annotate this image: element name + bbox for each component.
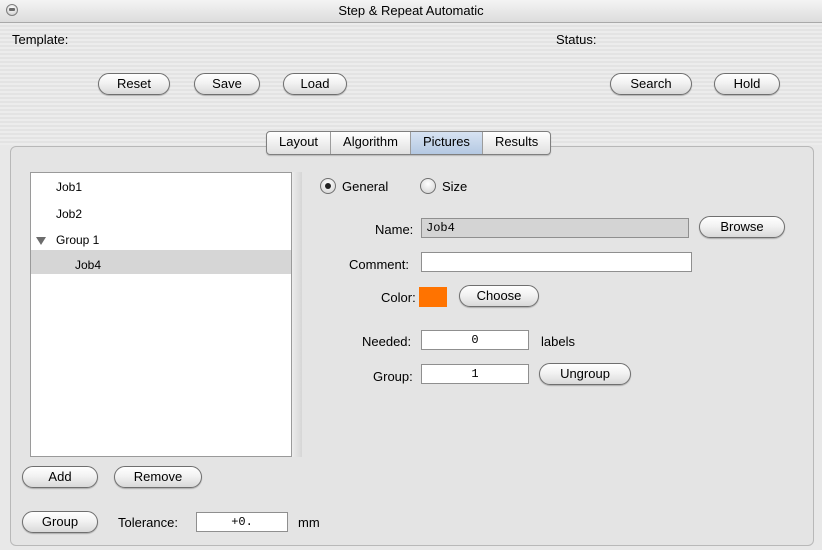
status-label: Status: bbox=[556, 32, 597, 47]
ungroup-button[interactable]: Ungroup bbox=[539, 363, 631, 385]
tolerance-label: Tolerance: bbox=[118, 515, 178, 530]
tree-item-job4[interactable]: Job4 bbox=[75, 258, 101, 272]
size-radio[interactable] bbox=[420, 178, 436, 194]
hold-button[interactable]: Hold bbox=[714, 73, 780, 95]
remove-button[interactable]: Remove bbox=[114, 466, 202, 488]
tree-scrollbar[interactable] bbox=[292, 172, 302, 457]
window-title: Step & Repeat Automatic bbox=[338, 3, 484, 18]
tab-layout[interactable]: Layout bbox=[267, 132, 332, 154]
template-label: Template: bbox=[12, 32, 69, 47]
tree-item-job2[interactable]: Job2 bbox=[56, 207, 82, 221]
tolerance-input[interactable]: +0. bbox=[196, 512, 288, 532]
group-label: Group: bbox=[373, 369, 413, 384]
name-field[interactable]: Job4 bbox=[421, 218, 689, 238]
comment-label: Comment: bbox=[349, 257, 409, 272]
comment-field[interactable] bbox=[421, 252, 692, 272]
tree-selection-highlight bbox=[31, 250, 291, 274]
needed-label: Needed: bbox=[362, 334, 412, 349]
name-label: Name: bbox=[375, 222, 414, 237]
search-button[interactable]: Search bbox=[610, 73, 692, 95]
disclosure-triangle-icon[interactable] bbox=[36, 237, 46, 245]
tab-pictures[interactable]: Pictures bbox=[410, 132, 483, 154]
reset-button[interactable]: Reset bbox=[98, 73, 170, 95]
tree-item-group1[interactable]: Group 1 bbox=[56, 233, 99, 247]
needed-input[interactable]: 0 bbox=[421, 330, 529, 350]
choose-color-button[interactable]: Choose bbox=[459, 285, 539, 307]
browse-button[interactable]: Browse bbox=[699, 216, 785, 238]
needed-unit: labels bbox=[541, 334, 575, 349]
load-button[interactable]: Load bbox=[283, 73, 347, 95]
tab-bar: Layout Algorithm Pictures Results bbox=[266, 131, 552, 155]
size-label: Size bbox=[442, 179, 468, 194]
tab-results[interactable]: Results bbox=[483, 132, 550, 154]
color-label: Color: bbox=[381, 290, 416, 305]
add-button[interactable]: Add bbox=[22, 466, 98, 488]
group-input[interactable]: 1 bbox=[421, 364, 529, 384]
tree-item-job1[interactable]: Job1 bbox=[56, 180, 82, 194]
group-button[interactable]: Group bbox=[22, 511, 98, 533]
general-radio[interactable] bbox=[320, 178, 336, 194]
tab-algorithm[interactable]: Algorithm bbox=[331, 132, 411, 154]
save-button[interactable]: Save bbox=[194, 73, 260, 95]
tolerance-unit: mm bbox=[298, 515, 320, 530]
color-swatch[interactable] bbox=[419, 287, 447, 307]
general-label: General bbox=[342, 179, 389, 194]
